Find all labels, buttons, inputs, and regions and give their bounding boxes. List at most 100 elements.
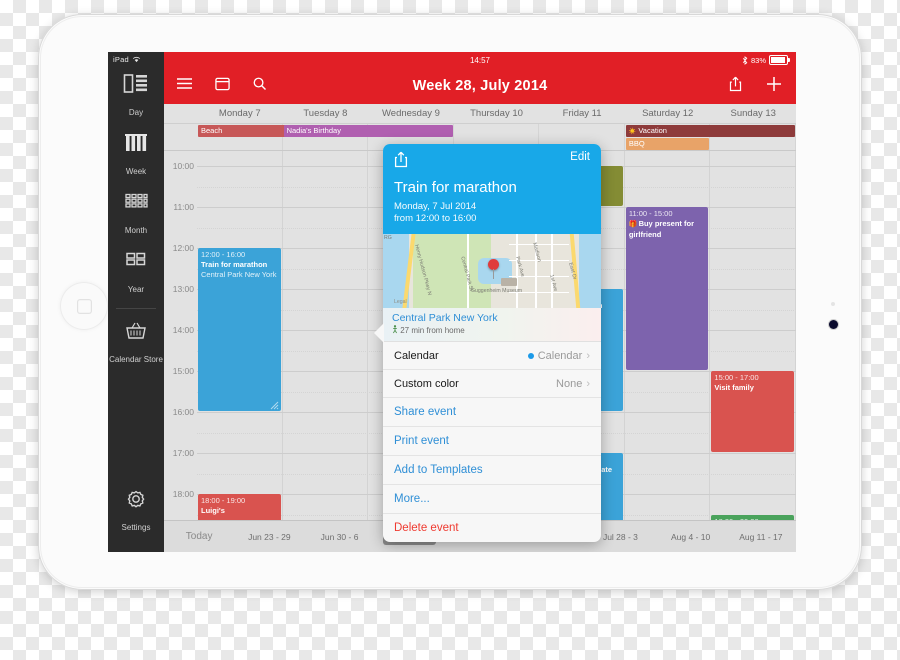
map-legal-link[interactable]: Legal <box>394 299 407 305</box>
event-title-text: Buy present for girlfriend <box>628 219 694 239</box>
popover-time-line: from 12:00 to 16:00 <box>394 213 477 224</box>
event-emoji-icon: 🎁 <box>628 221 638 228</box>
popup-pointer-arrow <box>374 323 384 343</box>
week-nav-item-0[interactable]: Jun 23 - 29 <box>234 532 304 542</box>
sidebar-item-label-store: Calendar Store <box>109 355 163 364</box>
sidebar-item-day[interactable]: Day <box>108 66 164 125</box>
all-day-event-title: Vacation <box>638 126 667 135</box>
popover-row-calendar[interactable]: Calendar Calendar › <box>383 342 601 370</box>
week-nav-item-6[interactable]: Aug 4 - 10 <box>656 532 726 542</box>
popover-header: Edit Train for marathon Monday, 7 Jul 20… <box>383 144 601 234</box>
time-label-8: 18:00 <box>172 489 194 499</box>
event-title-text: Train for marathon <box>201 260 268 269</box>
popover-row-value: None <box>556 377 583 390</box>
event-detail-popover: Edit Train for marathon Monday, 7 Jul 20… <box>383 144 601 542</box>
calendar-event[interactable]: 15:00 - 17:00 Visit family <box>711 371 794 452</box>
popover-action-rows: Share event Print event Add to Templates Mo… <box>383 398 601 542</box>
event-location: Central Park New York <box>201 270 277 279</box>
carrier-label: iPad <box>113 54 129 64</box>
navigation-bar: Week 28, July 2014 <box>164 68 796 104</box>
edit-button[interactable]: Edit <box>570 151 590 163</box>
event-title: Luigi's <box>201 506 278 516</box>
plus-icon[interactable] <box>766 76 782 97</box>
popover-row-custom-color[interactable]: Custom color None › <box>383 370 601 398</box>
ipad-screen: iPad Day Week Month Year Calendar Store … <box>108 52 796 552</box>
all-day-event-title: BBQ <box>628 139 645 148</box>
event-time: 18:00 - 19:00 <box>201 496 246 505</box>
calendar-event[interactable]: 18:00 - 19:00 Luigi's <box>198 494 281 521</box>
bluetooth-icon <box>742 55 748 65</box>
event-time: 12:00 - 16:00 <box>201 250 246 259</box>
day-view-icon <box>108 73 164 99</box>
time-label-5: 15:00 <box>172 366 194 376</box>
home-button[interactable] <box>60 282 108 330</box>
day-header-1[interactable]: Tuesday 8 <box>283 104 369 123</box>
ipad-status-left: iPad <box>108 52 164 66</box>
popover-action-add-to-templates[interactable]: Add to Templates <box>383 456 601 485</box>
month-view-icon <box>108 191 164 217</box>
hamburger-menu-icon[interactable] <box>176 77 193 95</box>
all-day-event-title: Nadia's Birthday <box>286 126 341 135</box>
day-header-6[interactable]: Sunday 13 <box>710 104 796 123</box>
popover-action-share-event[interactable]: Share event <box>383 398 601 427</box>
sidebar-item-label-settings: Settings <box>121 523 151 532</box>
sidebar-divider <box>116 308 156 309</box>
event-time: 11:00 - 15:00 <box>628 209 673 218</box>
all-day-event[interactable]: BBQ <box>625 138 710 150</box>
ambient-sensor <box>831 302 835 306</box>
nav-left-actions <box>176 76 267 96</box>
day-header-0[interactable]: Monday 7 <box>197 104 283 123</box>
day-header-4[interactable]: Friday 11 <box>539 104 625 123</box>
sidebar-item-settings[interactable]: Settings <box>108 481 164 540</box>
event-title: 🎁Buy present for girlfriend <box>629 219 706 240</box>
week-nav-item-1[interactable]: Jun 30 - 6 <box>304 532 374 542</box>
week-nav-item-7[interactable]: Aug 11 - 17 <box>726 532 796 542</box>
all-day-event-title: Beach <box>201 126 223 135</box>
popover-action-print-event[interactable]: Print event <box>383 427 601 456</box>
time-label-7: 17:00 <box>172 448 194 458</box>
all-day-event[interactable]: ☀️ Vacation <box>625 125 795 137</box>
location-map[interactable]: Guggenheim Museum Central Park St Park A… <box>383 234 601 308</box>
app-sidebar: iPad Day Week Month Year Calendar Store … <box>108 52 164 552</box>
calendar-event[interactable]: 12:00 - 16:00 Train for marathon Central P… <box>198 248 281 411</box>
all-day-event[interactable]: Nadia's Birthday <box>283 125 453 137</box>
calendar-event[interactable]: 11:00 - 15:00 🎁Buy present for girlfriend <box>625 207 709 370</box>
event-resize-handle[interactable] <box>270 401 279 410</box>
share-icon[interactable] <box>729 76 742 97</box>
wifi-icon <box>132 56 140 63</box>
ios-status-bar: 14:57 83% <box>164 52 796 68</box>
day-header-3[interactable]: Thursday 10 <box>454 104 540 123</box>
location-summary[interactable]: Central Park New York 27 min from home <box>383 308 601 342</box>
event-title: Train for marathon <box>201 260 278 270</box>
time-label-3: 13:00 <box>172 284 194 294</box>
time-label-1: 11:00 <box>173 202 194 212</box>
event-title-text: Luigi's <box>201 506 225 515</box>
time-axis: 10:00 11:00 12:00 13:00 14:00 15:00 16:00 17:00… <box>164 151 197 521</box>
today-button[interactable]: Today <box>164 531 234 542</box>
sidebar-item-month[interactable]: Month <box>108 184 164 243</box>
popover-action-delete-event[interactable]: Delete event <box>383 514 601 542</box>
search-icon[interactable] <box>252 76 267 96</box>
event-emoji-icon: ☀️ <box>628 129 637 135</box>
sidebar-item-week[interactable]: Week <box>108 125 164 184</box>
popover-date-line: Monday, 7 Jul 2014 <box>394 201 477 212</box>
chevron-right-icon: › <box>586 377 590 390</box>
sidebar-item-year[interactable]: Year <box>108 243 164 302</box>
calendar-icon[interactable] <box>215 76 230 96</box>
popover-row-value-group: Calendar › <box>527 349 590 362</box>
map-cross-street-1 <box>509 244 569 246</box>
day-header-5[interactable]: Saturday 12 <box>625 104 711 123</box>
share-icon[interactable] <box>394 151 408 172</box>
popover-row-label: Calendar <box>394 349 439 362</box>
map-pin-icon <box>488 259 499 279</box>
day-header-2[interactable]: Wednesday 9 <box>368 104 454 123</box>
calendar-main: 14:57 83% Week 28, July 2014 Monday 7 Tu… <box>164 52 796 552</box>
popover-row-value: Calendar <box>537 349 583 362</box>
location-name: Central Park New York <box>392 312 498 324</box>
status-time: 14:57 <box>469 55 491 65</box>
nav-right-actions <box>729 76 782 97</box>
sidebar-item-calendar-store[interactable]: Calendar Store <box>108 313 164 372</box>
popover-action-more[interactable]: More... <box>383 485 601 514</box>
popover-event-datetime: Monday, 7 Jul 2014 from 12:00 to 16:00 <box>394 201 590 225</box>
popover-row-value-group: None › <box>556 378 590 390</box>
